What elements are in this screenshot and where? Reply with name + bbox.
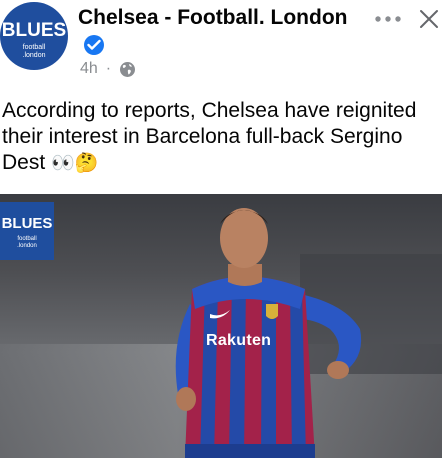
avatar-sub-line2: .london bbox=[22, 52, 46, 59]
avatar-brand: BLUES bbox=[1, 20, 67, 41]
photo-logo-brand: BLUES bbox=[1, 215, 53, 232]
verified-badge-icon bbox=[84, 35, 104, 55]
globe-icon bbox=[119, 61, 136, 78]
photo-watermark-logo: BLUES football .london bbox=[0, 202, 54, 260]
close-icon[interactable] bbox=[419, 9, 439, 29]
avatar-subtitle: football .london bbox=[0, 44, 68, 60]
page-name-link[interactable]: Chelsea - Football. London bbox=[78, 4, 368, 60]
photo-logo-sub2: .london bbox=[17, 243, 37, 249]
more-options-icon[interactable] bbox=[375, 12, 403, 26]
jersey-sponsor: Rakuten bbox=[206, 332, 272, 349]
meta-separator: · bbox=[105, 60, 112, 77]
post-meta: 4h · bbox=[80, 60, 136, 78]
post-text: According to reports, Chelsea have reign… bbox=[2, 98, 438, 177]
post-emojis: 👀🤔 bbox=[51, 153, 99, 174]
post-timestamp[interactable]: 4h bbox=[80, 60, 98, 78]
player-figure bbox=[175, 208, 362, 458]
post-photo[interactable]: Rakuten BLUES football .london bbox=[0, 194, 442, 458]
post-header: BLUES football .london Chelsea - Footbal… bbox=[0, 0, 442, 88]
page-name[interactable]: Chelsea - Football. London bbox=[78, 6, 348, 29]
photo-logo-sub1: football bbox=[17, 236, 37, 242]
page-avatar[interactable]: BLUES football .london bbox=[0, 2, 68, 70]
photo-logo-subtitle: football .london bbox=[0, 236, 54, 250]
avatar-sub-line1: football bbox=[22, 44, 46, 51]
